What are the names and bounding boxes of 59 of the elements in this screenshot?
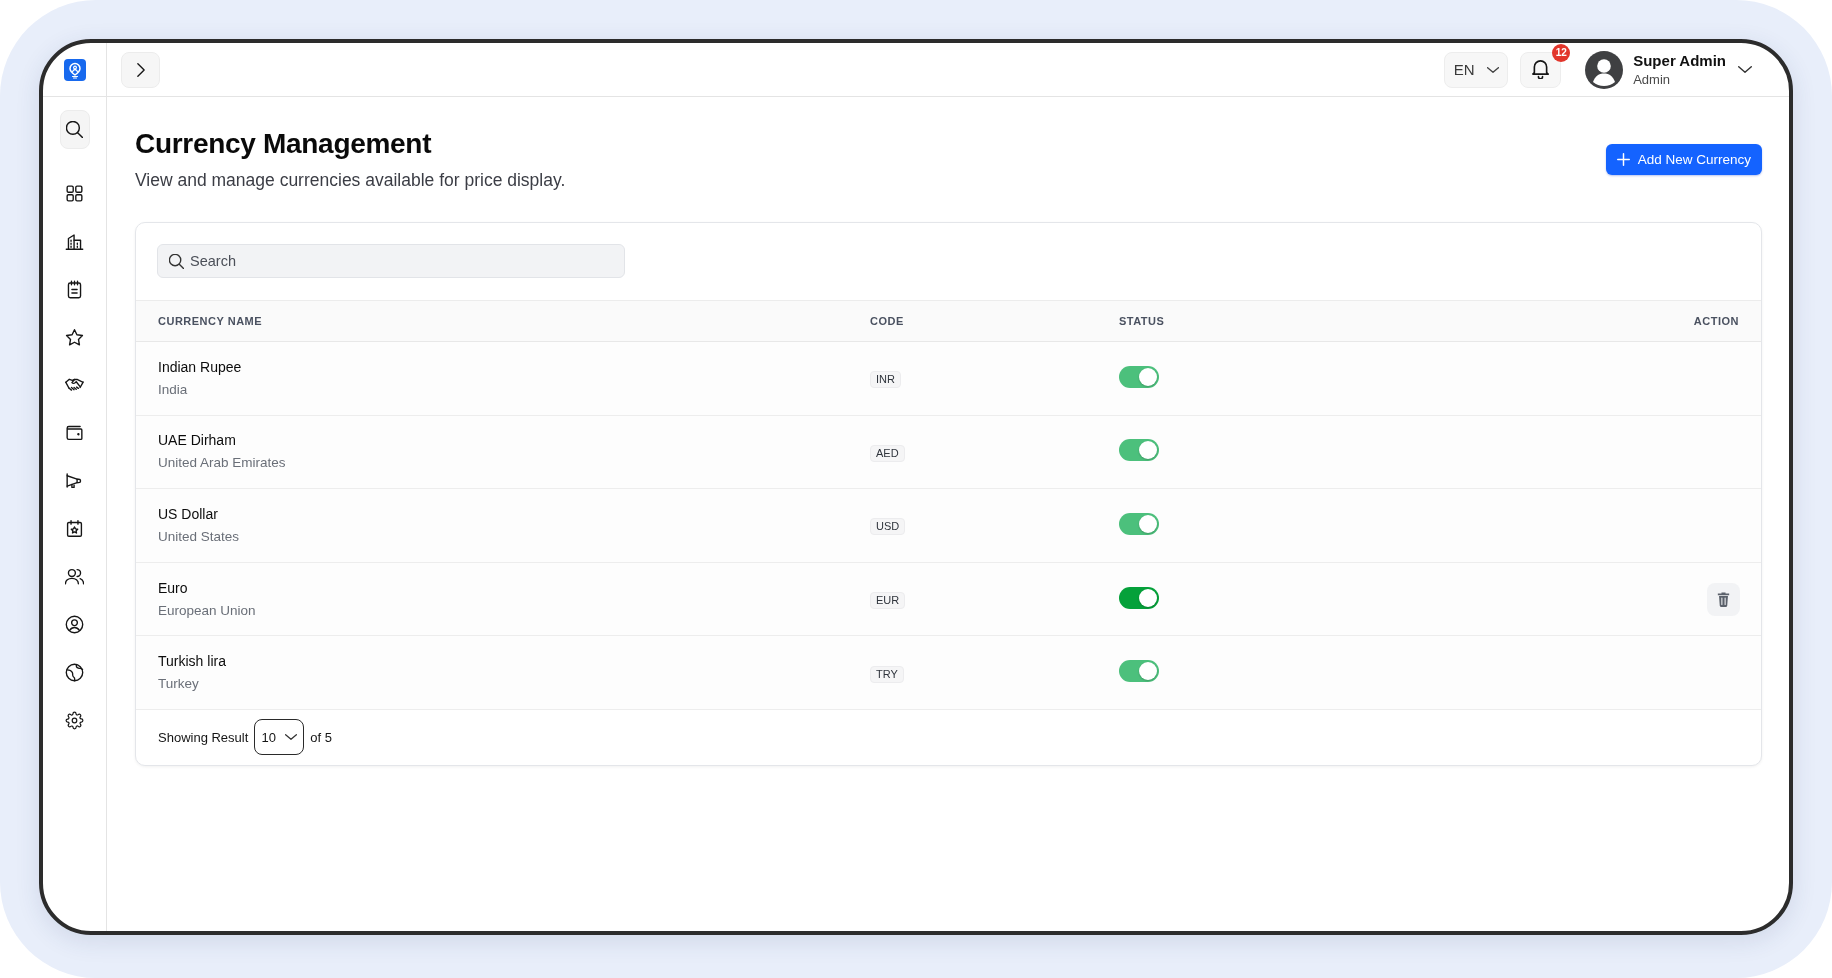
megaphone-icon[interactable] — [65, 471, 84, 491]
country-name: India — [158, 380, 188, 399]
logo-icon[interactable] — [63, 58, 86, 81]
status-toggle[interactable] — [1119, 586, 1159, 609]
search-icon — [66, 121, 83, 138]
column-header: CURRENCY NAME — [158, 315, 263, 327]
building-icon[interactable] — [65, 231, 84, 251]
status-toggle[interactable] — [1119, 439, 1159, 462]
delete-button[interactable] — [1707, 582, 1740, 616]
wallet-icon[interactable] — [65, 423, 84, 443]
notepad-icon[interactable] — [65, 279, 84, 299]
status-toggle[interactable] — [1119, 513, 1159, 535]
currency-name: UAE Dirham — [158, 431, 236, 451]
language-select[interactable]: EN — [1444, 51, 1509, 88]
currency-name: Euro — [158, 578, 188, 598]
search-icon — [169, 254, 184, 269]
country-name: United Arab Emirates — [158, 454, 286, 473]
users-icon[interactable] — [65, 567, 84, 586]
avatar-icon[interactable] — [1585, 50, 1624, 89]
currency-name: Turkish lira — [158, 652, 226, 672]
page-title: Currency Management — [135, 127, 432, 161]
grid-icon[interactable] — [65, 183, 84, 203]
globe-icon[interactable] — [65, 662, 84, 682]
country-name: United States — [158, 528, 240, 546]
currency-code: EUR — [870, 592, 906, 610]
plus-icon — [1616, 152, 1630, 166]
country-name: European Union — [158, 601, 256, 620]
country-name: Turkey — [158, 675, 199, 694]
trash-icon — [1716, 591, 1731, 607]
add-currency-button[interactable]: Add New Currency — [1605, 143, 1762, 175]
currency-name: Indian Rupee — [158, 357, 242, 377]
status-toggle[interactable] — [1119, 660, 1159, 683]
currency-code: INR — [870, 371, 901, 389]
currency-code: TRY — [870, 665, 904, 683]
bell-icon — [1532, 60, 1550, 79]
column-header: STATUS — [1119, 315, 1165, 327]
status-toggle[interactable] — [1119, 365, 1159, 388]
user-circle-icon[interactable] — [65, 614, 84, 634]
search-button[interactable] — [59, 110, 90, 149]
showing-result-label: Showing Result — [158, 729, 249, 745]
chevron-down-icon[interactable] — [1738, 66, 1752, 73]
search-field[interactable]: Search — [157, 244, 625, 278]
sidebar-toggle-button[interactable] — [121, 51, 160, 88]
currency-name: US Dollar — [158, 505, 218, 524]
user-name[interactable]: Super Admin — [1633, 51, 1726, 70]
currency-code: USD — [870, 518, 906, 536]
total-count-label: of 5 — [310, 729, 332, 745]
column-header: ACTION — [1693, 315, 1739, 327]
star-icon[interactable] — [65, 327, 84, 347]
chevron-right-icon — [136, 62, 145, 77]
currency-code: AED — [870, 444, 905, 462]
settings-icon[interactable] — [65, 710, 84, 730]
chevron-down-icon — [285, 734, 298, 741]
chevron-down-icon — [1486, 66, 1499, 73]
page-subtitle: View and manage currencies available for price display. — [135, 169, 566, 191]
user-role: Admin — [1633, 70, 1671, 88]
page-size-select[interactable]: 10 — [254, 719, 305, 756]
notification-badge: 12 — [1552, 43, 1571, 62]
column-header: CODE — [870, 315, 904, 327]
